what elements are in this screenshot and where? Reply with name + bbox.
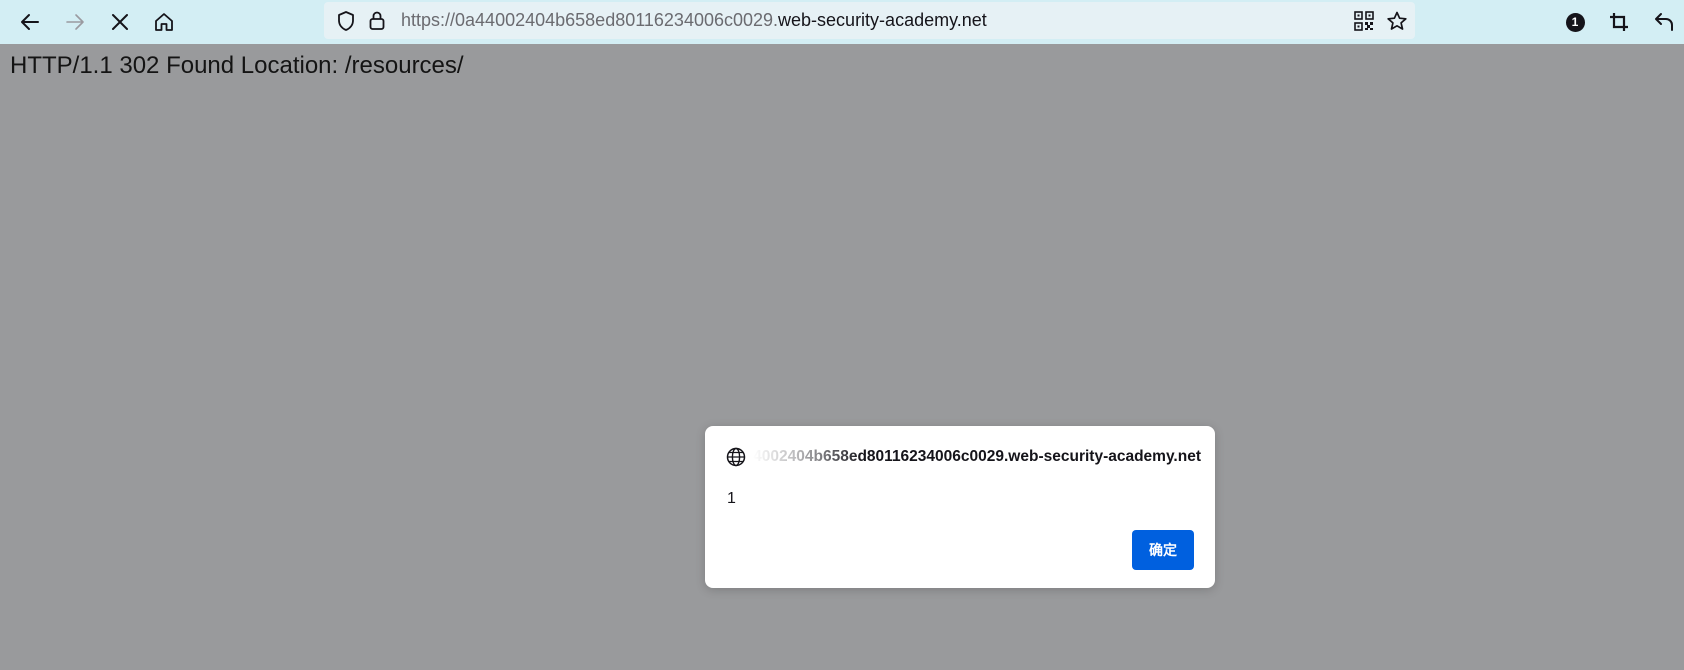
page-body-text: HTTP/1.1 302 Found Location: /resources/ (10, 52, 464, 79)
star-icon (1387, 11, 1407, 30)
tracking-protection-button[interactable] (333, 2, 359, 39)
dialog-message: 1 (727, 490, 736, 507)
site-security-button[interactable] (364, 2, 390, 39)
dialog-origin-text: 0a44002404b658ed80116234006c0029.web-sec… (753, 448, 1201, 465)
url-text[interactable]: https://0a44002404b658ed80116234006c0029… (401, 2, 987, 39)
back-button[interactable] (12, 4, 48, 40)
shield-icon (338, 10, 354, 31)
lock-icon (369, 11, 385, 30)
stop-button[interactable] (102, 4, 138, 40)
extension-badge-icon: 1 (1565, 12, 1585, 32)
forward-button[interactable] (57, 4, 93, 40)
qr-code-icon (1354, 10, 1374, 31)
undo-button[interactable] (1646, 4, 1682, 40)
browser-toolbar: https://0a44002404b658ed80116234006c0029… (0, 0, 1684, 44)
home-icon (155, 13, 173, 31)
arrow-left-icon (21, 14, 39, 30)
close-icon (112, 14, 128, 30)
crop-icon (1610, 13, 1628, 31)
screenshot-crop-button[interactable] (1601, 4, 1637, 40)
undo-icon (1655, 13, 1673, 31)
arrow-right-icon (66, 14, 84, 30)
qr-code-button[interactable] (1349, 2, 1379, 39)
alert-dialog: 0a44002404b658ed80116234006c0029.web-sec… (705, 426, 1215, 588)
url-domain: web-security-academy.net (778, 10, 987, 30)
ok-button[interactable]: 确定 (1132, 530, 1194, 570)
dialog-origin: 0a44002404b658ed80116234006c0029.web-sec… (753, 446, 1201, 468)
bookmark-button[interactable] (1382, 2, 1412, 39)
globe-icon (726, 447, 746, 467)
extension-button[interactable]: 1 (1557, 4, 1593, 40)
url-prefix: https://0a44002404b658ed80116234006c0029… (401, 10, 779, 30)
address-bar[interactable]: https://0a44002404b658ed80116234006c0029… (324, 2, 1415, 39)
home-button[interactable] (146, 4, 182, 40)
